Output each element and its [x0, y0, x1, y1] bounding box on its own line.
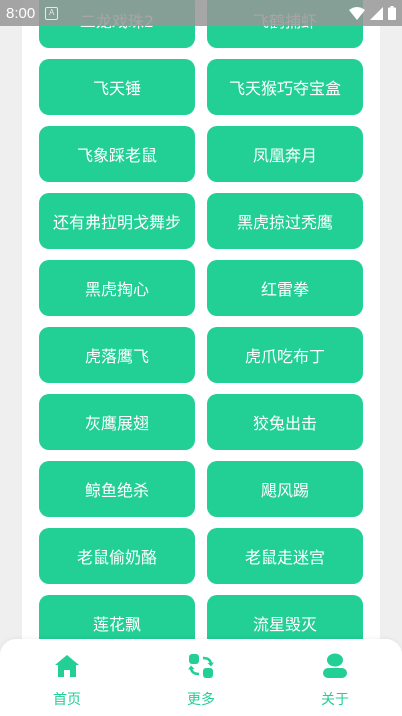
- wifi-icon: [349, 6, 365, 20]
- move-grid: 二龙戏珠2 飞鹤捕虾 飞天锤 飞天猴巧夺宝盒 飞象踩老鼠 凤凰奔月 还有弗拉明戈…: [39, 0, 363, 651]
- move-tile[interactable]: 灰鹰展翅: [39, 394, 195, 450]
- battery-icon: [388, 6, 396, 20]
- status-bar: 8:00 A: [0, 0, 402, 26]
- move-tile[interactable]: 黑虎掠过秃鹰: [207, 193, 363, 249]
- home-icon: [52, 651, 82, 681]
- content-card[interactable]: 二龙戏珠2 飞鹤捕虾 飞天锤 飞天猴巧夺宝盒 飞象踩老鼠 凤凰奔月 还有弗拉明戈…: [22, 0, 380, 716]
- move-tile[interactable]: 还有弗拉明戈舞步: [39, 193, 195, 249]
- nav-item-home[interactable]: 首页: [0, 639, 134, 716]
- move-tile[interactable]: 虎爪吃布丁: [207, 327, 363, 383]
- nav-item-more[interactable]: 更多: [134, 639, 268, 716]
- move-tile[interactable]: 虎落鹰飞: [39, 327, 195, 383]
- nav-item-about[interactable]: 关于: [268, 639, 402, 716]
- move-tile[interactable]: 黑虎掏心: [39, 260, 195, 316]
- move-tile[interactable]: 老鼠偷奶酪: [39, 528, 195, 584]
- move-tile[interactable]: 飓风踢: [207, 461, 363, 517]
- move-tile[interactable]: 飞象踩老鼠: [39, 126, 195, 182]
- refresh-icon: [186, 651, 216, 681]
- move-tile[interactable]: 老鼠走迷宫: [207, 528, 363, 584]
- nav-label-more: 更多: [187, 692, 215, 708]
- app-notification-icon: A: [45, 6, 59, 20]
- move-tile[interactable]: 飞天猴巧夺宝盒: [207, 59, 363, 115]
- move-tile[interactable]: 飞天锤: [39, 59, 195, 115]
- nav-label-about: 关于: [321, 692, 349, 708]
- user-icon: [320, 651, 350, 681]
- status-time: 8:00: [6, 4, 36, 22]
- signal-icon: [370, 6, 383, 20]
- screen: 二龙戏珠2 飞鹤捕虾 飞天锤 飞天猴巧夺宝盒 飞象踩老鼠 凤凰奔月 还有弗拉明戈…: [0, 0, 402, 716]
- move-tile[interactable]: 红雷拳: [207, 260, 363, 316]
- move-tile[interactable]: 凤凰奔月: [207, 126, 363, 182]
- move-tile[interactable]: 鲸鱼绝杀: [39, 461, 195, 517]
- status-icons: [349, 6, 396, 20]
- nav-label-home: 首页: [53, 692, 81, 708]
- bottom-nav: 首页 更多 关于: [0, 639, 402, 716]
- move-tile[interactable]: 狡兔出击: [207, 394, 363, 450]
